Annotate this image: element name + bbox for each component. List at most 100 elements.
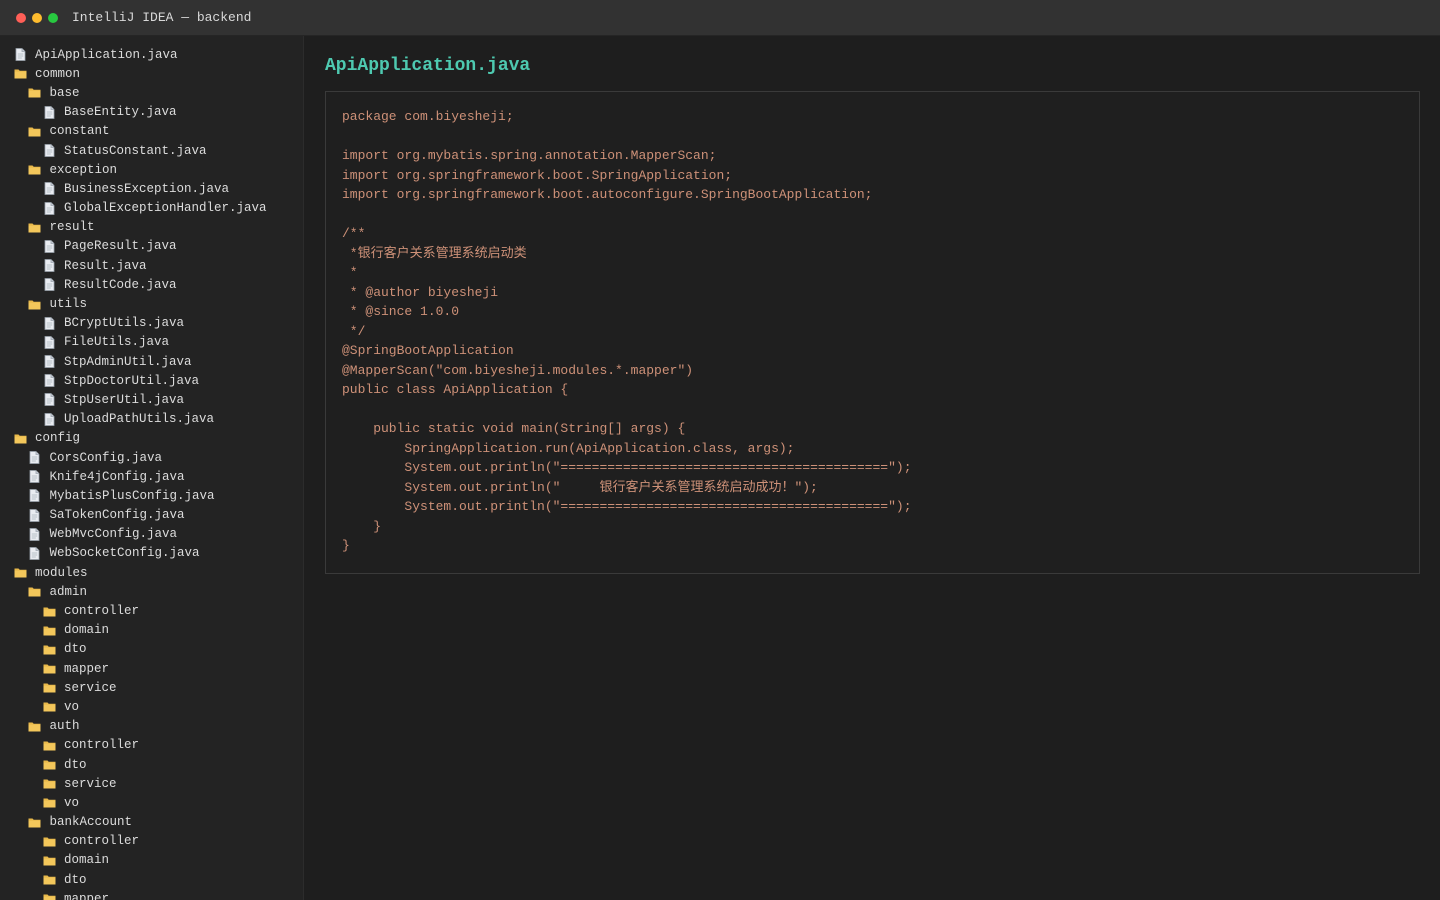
file-icon: [42, 182, 56, 196]
tree-file[interactable]: MybatisPlusConfig.java: [0, 486, 303, 505]
file-icon: [28, 546, 42, 560]
tree-folder[interactable]: bankAccount: [0, 813, 303, 832]
tree-file[interactable]: CorsConfig.java: [0, 448, 303, 467]
tree-folder[interactable]: config: [0, 429, 303, 448]
editor-area: ApiApplication.java package com.biyeshej…: [304, 36, 1440, 900]
ide-layout: ApiApplication.java common base BaseEntity.…: [0, 36, 1440, 900]
tree-folder[interactable]: controller: [0, 736, 303, 755]
file-icon: [42, 259, 56, 273]
folder-icon: [28, 163, 42, 177]
tree-folder[interactable]: domain: [0, 851, 303, 870]
tree-folder[interactable]: vo: [0, 697, 303, 716]
folder-icon: [28, 815, 42, 829]
folder-icon: [13, 67, 27, 81]
tree-file[interactable]: StpAdminUtil.java: [0, 352, 303, 371]
code-line: *: [342, 265, 358, 280]
tree-file[interactable]: BCryptUtils.java: [0, 314, 303, 333]
folder-icon: [28, 124, 42, 138]
tree-file[interactable]: FileUtils.java: [0, 333, 303, 352]
tree-folder[interactable]: dto: [0, 755, 303, 774]
code-line: package com.biyesheji;: [342, 109, 514, 124]
file-icon: [42, 335, 56, 349]
tree-folder[interactable]: service: [0, 678, 303, 697]
folder-icon: [13, 431, 27, 445]
file-icon: [28, 451, 42, 465]
tree-folder[interactable]: result: [0, 218, 303, 237]
close-window-button[interactable]: [16, 12, 26, 23]
tree-file[interactable]: WebSocketConfig.java: [0, 544, 303, 563]
tree-folder[interactable]: exception: [0, 160, 303, 179]
tree-folder[interactable]: mapper: [0, 889, 303, 900]
folder-icon: [42, 604, 56, 618]
tree-file[interactable]: SaTokenConfig.java: [0, 506, 303, 525]
code-line: System.out.println("====================…: [342, 499, 912, 514]
tree-item-label: BusinessException.java: [64, 181, 230, 196]
tree-file[interactable]: ResultCode.java: [0, 275, 303, 294]
tree-folder[interactable]: controller: [0, 832, 303, 851]
tree-item-label: SaTokenConfig.java: [49, 508, 185, 523]
tree-item-label: constant: [49, 124, 110, 139]
code-line: System.out.println(" 银行客户关系管理系统启动成功！");: [342, 479, 818, 495]
tree-folder[interactable]: utils: [0, 294, 303, 313]
tree-file[interactable]: Result.java: [0, 256, 303, 275]
tree-folder[interactable]: controller: [0, 601, 303, 620]
tree-item-label: bankAccount: [49, 815, 133, 830]
file-icon: [42, 412, 56, 426]
tree-file[interactable]: Knife4jConfig.java: [0, 467, 303, 486]
tree-item-label: domain: [64, 623, 110, 638]
tree-folder[interactable]: service: [0, 774, 303, 793]
tree-folder[interactable]: base: [0, 83, 303, 102]
minimize-window-button[interactable]: [32, 12, 42, 23]
code-line: /**: [342, 226, 366, 241]
tree-file[interactable]: GlobalExceptionHandler.java: [0, 199, 303, 218]
tree-folder[interactable]: common: [0, 64, 303, 83]
tree-file[interactable]: UploadPathUtils.java: [0, 410, 303, 429]
folder-icon: [28, 86, 42, 100]
tree-item-label: auth: [49, 719, 80, 734]
tree-item-label: Knife4jConfig.java: [49, 469, 185, 484]
code-editor[interactable]: package com.biyesheji; import org.mybatis…: [325, 91, 1420, 574]
file-icon: [42, 278, 56, 292]
tree-item-label: BaseEntity.java: [64, 105, 177, 120]
tree-item-label: mapper: [64, 891, 110, 900]
folder-icon: [42, 873, 56, 887]
file-icon: [42, 201, 56, 215]
tree-item-label: admin: [49, 584, 88, 599]
tree-folder[interactable]: dto: [0, 640, 303, 659]
tree-folder[interactable]: auth: [0, 717, 303, 736]
folder-icon: [28, 297, 42, 311]
maximize-window-button[interactable]: [48, 12, 58, 23]
code-line: * @author biyesheji: [342, 284, 499, 300]
folder-icon: [42, 892, 56, 900]
code-line: public class ApiApplication {: [342, 382, 569, 397]
tree-file[interactable]: StpUserUtil.java: [0, 390, 303, 409]
folder-icon: [42, 738, 56, 752]
tree-item-label: service: [64, 776, 117, 791]
tree-item-label: common: [35, 66, 81, 81]
window-title: IntelliJ IDEA — backend: [72, 10, 252, 25]
code-line: import org.springframework.boot.autoconf…: [342, 187, 873, 202]
file-icon: [42, 239, 56, 253]
tree-folder[interactable]: constant: [0, 122, 303, 141]
tree-folder[interactable]: admin: [0, 582, 303, 601]
folder-icon: [42, 700, 56, 714]
folder-icon: [13, 566, 27, 580]
tree-file[interactable]: WebMvcConfig.java: [0, 525, 303, 544]
tree-file[interactable]: BusinessException.java: [0, 179, 303, 198]
tree-file[interactable]: BaseEntity.java: [0, 103, 303, 122]
tree-file[interactable]: PageResult.java: [0, 237, 303, 256]
tree-folder[interactable]: mapper: [0, 659, 303, 678]
tree-folder[interactable]: dto: [0, 870, 303, 889]
tree-file[interactable]: StpDoctorUtil.java: [0, 371, 303, 390]
tree-item-label: controller: [64, 604, 140, 619]
code-line: }: [342, 538, 350, 553]
code-line: System.out.println("====================…: [342, 460, 912, 475]
code-line: */: [342, 323, 366, 339]
tree-file[interactable]: ApiApplication.java: [0, 45, 303, 64]
tree-item-label: Result.java: [64, 258, 147, 273]
tree-folder[interactable]: vo: [0, 793, 303, 812]
tree-file[interactable]: StatusConstant.java: [0, 141, 303, 160]
tree-folder[interactable]: domain: [0, 621, 303, 640]
tree-folder[interactable]: modules: [0, 563, 303, 582]
